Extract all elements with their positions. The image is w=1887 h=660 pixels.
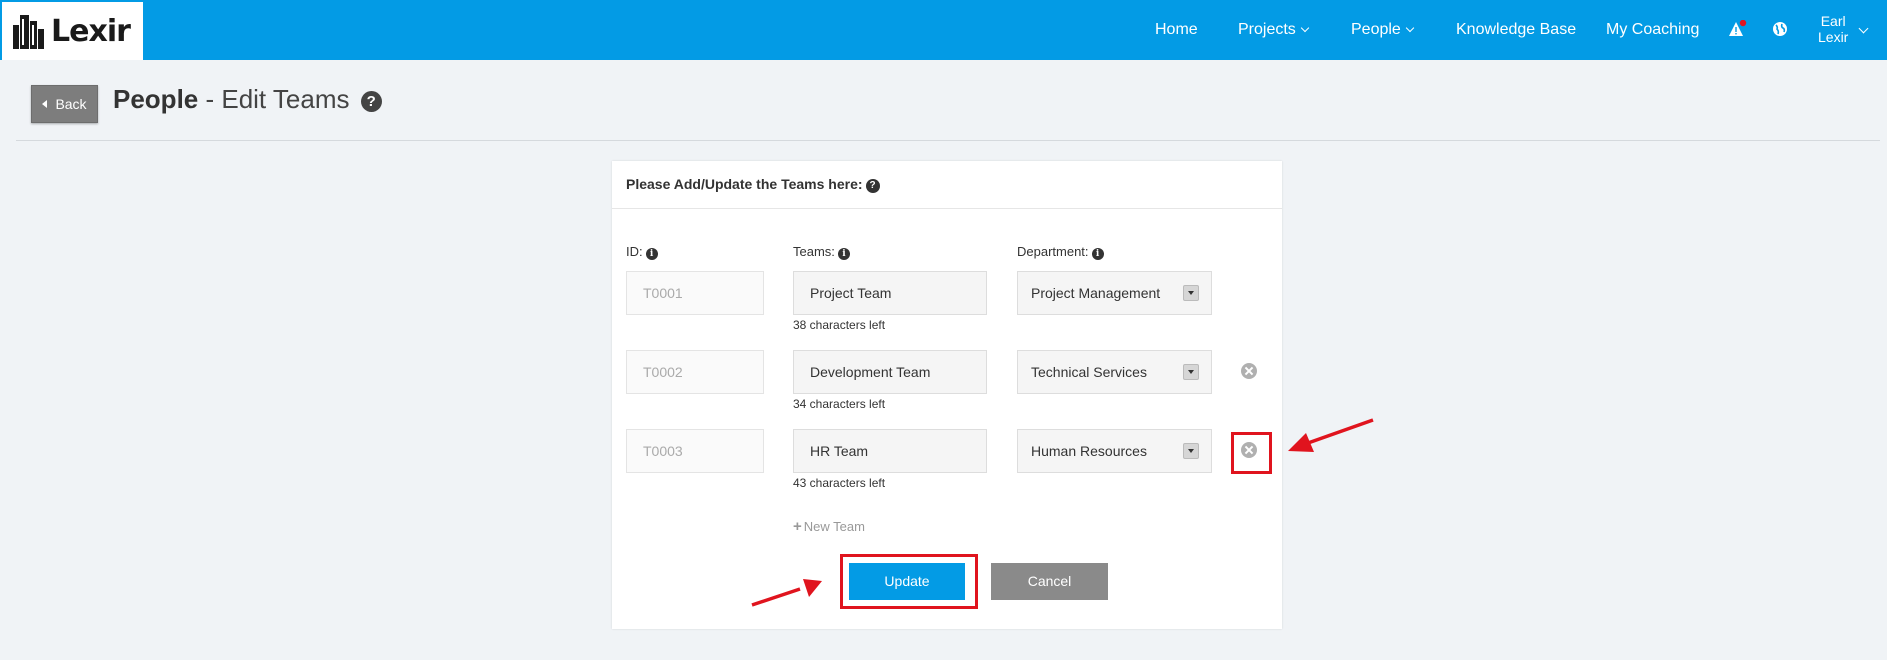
back-button-label: Back	[55, 96, 87, 112]
remove-icon-highlight-box	[1231, 432, 1272, 474]
page-title-section: People	[113, 84, 199, 114]
lexir-logo[interactable]: Lexir	[2, 2, 143, 60]
cancel-button[interactable]: Cancel	[991, 563, 1108, 600]
chevron-down-icon	[1405, 23, 1415, 33]
new-team-link[interactable]: + New Team	[793, 518, 865, 535]
page-title: People - Edit Teams ?	[113, 84, 382, 115]
new-team-label: New Team	[803, 519, 865, 534]
department-select[interactable]: Human Resources	[1017, 429, 1212, 473]
logo-text: Lexir	[51, 13, 131, 49]
department-select-value: Technical Services	[1031, 364, 1147, 380]
characters-left: 34 characters left	[793, 397, 886, 411]
dropdown-arrow-icon	[1183, 285, 1199, 301]
nav-people[interactable]: People	[1351, 21, 1415, 39]
nav-people-label: People	[1351, 21, 1401, 38]
caret-left-icon	[42, 100, 48, 108]
nav-my-coaching[interactable]: My Coaching	[1606, 21, 1699, 39]
remove-team-icon[interactable]	[1241, 363, 1257, 379]
department-select-value: Human Resources	[1031, 443, 1147, 459]
team-id-field: T0003	[626, 429, 764, 473]
card-title: Please Add/Update the Teams here:?	[626, 176, 880, 193]
help-icon[interactable]: ?	[360, 91, 382, 112]
info-icon[interactable]: i	[1091, 248, 1104, 260]
dropdown-arrow-icon	[1183, 364, 1199, 380]
chevron-down-icon[interactable]	[1858, 23, 1869, 34]
arrow-to-remove-icon	[1288, 418, 1374, 452]
header-divider	[16, 140, 1880, 141]
team-name-input[interactable]: HR Team	[793, 429, 987, 473]
question-icon[interactable]: ?	[865, 179, 880, 193]
card-header: Please Add/Update the Teams here:?	[612, 161, 1282, 209]
globe-icon[interactable]	[1772, 21, 1788, 37]
team-id-field: T0001	[626, 271, 764, 315]
user-last-name: Lexir	[1818, 29, 1849, 45]
team-name-input[interactable]: Project Team	[793, 271, 987, 315]
card-title-text: Please Add/Update the Teams here:	[626, 176, 863, 192]
department-label-text: Department:	[1017, 244, 1089, 259]
user-first-name: Earl	[1820, 13, 1846, 29]
department-select[interactable]: Technical Services	[1017, 350, 1212, 394]
nav-knowledge-base[interactable]: Knowledge Base	[1456, 21, 1576, 39]
department-select[interactable]: Project Management	[1017, 271, 1212, 315]
teams-column-label: Teams: i	[793, 244, 850, 260]
team-name-input[interactable]: Development Team	[793, 350, 987, 394]
plus-icon: +	[793, 518, 802, 535]
nav-home[interactable]: Home	[1155, 21, 1198, 39]
chevron-down-icon	[1300, 23, 1310, 33]
alert-warning-icon[interactable]	[1728, 20, 1748, 38]
update-button-highlight-box	[840, 554, 978, 609]
back-button[interactable]: Back	[31, 85, 98, 123]
info-icon[interactable]: i	[645, 248, 658, 260]
department-column-label: Department: i	[1017, 244, 1104, 260]
dropdown-arrow-icon	[1183, 443, 1199, 459]
id-label-text: ID:	[626, 244, 643, 259]
id-column-label: ID: i	[626, 244, 658, 260]
top-navigation-bar: Lexir Home Projects People Knowledge Bas…	[0, 0, 1887, 60]
page-title-sub: - Edit Teams	[198, 84, 350, 114]
characters-left: 38 characters left	[793, 318, 886, 332]
nav-projects[interactable]: Projects	[1238, 21, 1310, 39]
department-select-value: Project Management	[1031, 285, 1161, 301]
characters-left: 43 characters left	[793, 476, 886, 490]
team-id-field: T0002	[626, 350, 764, 394]
info-icon[interactable]: i	[837, 248, 850, 260]
user-menu[interactable]: Earl Lexir	[1818, 13, 1848, 45]
nav-projects-label: Projects	[1238, 21, 1296, 38]
building-logo-icon	[13, 15, 44, 49]
teams-label-text: Teams:	[793, 244, 835, 259]
